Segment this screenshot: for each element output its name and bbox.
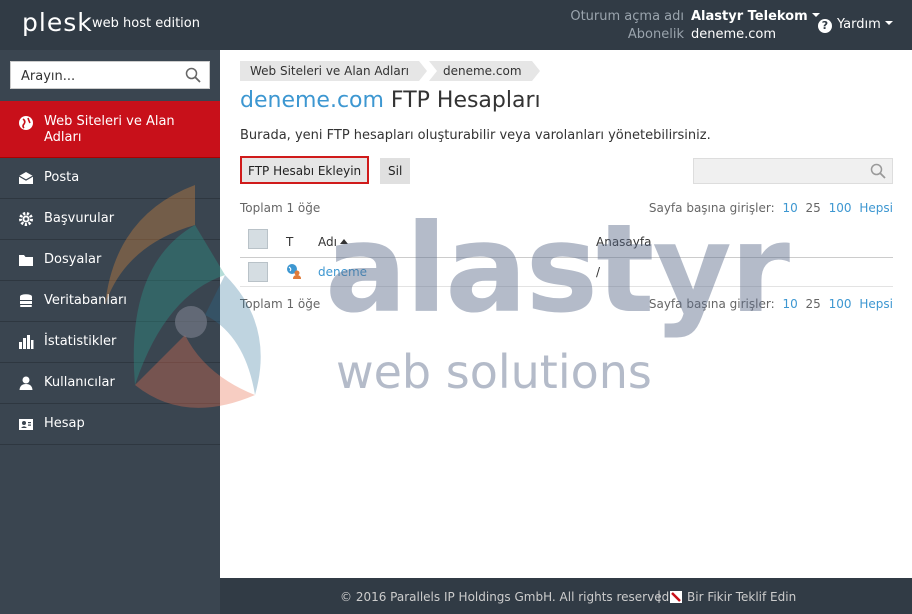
page-title: deneme.com FTP Hesapları — [240, 88, 541, 113]
mail-icon — [18, 172, 34, 184]
search-icon[interactable] — [185, 67, 201, 83]
chevron-down-icon[interactable] — [884, 21, 893, 25]
top-header: plesk web host edition Oturum açma adı A… — [0, 0, 912, 50]
bar-chart-icon — [19, 335, 34, 349]
breadcrumb-item-domain[interactable]: deneme.com — [429, 61, 539, 81]
breadcrumb-item-websites[interactable]: Web Siteleri ve Alan Adları — [240, 61, 427, 81]
per-page-25: 25 — [805, 201, 821, 215]
user-icon — [19, 376, 33, 390]
help-label[interactable]: Yardım — [837, 17, 881, 32]
sidebar-item-label: İstatistikler — [44, 334, 117, 349]
column-name[interactable]: Adı — [318, 235, 348, 249]
sidebar-item-label: Dosyalar — [44, 252, 102, 267]
ftp-account-home: / — [596, 265, 601, 279]
edition-label: web host edition — [92, 16, 200, 31]
footer-separator: | — [657, 589, 662, 603]
globe-icon — [19, 116, 33, 130]
delete-button[interactable]: Sil — [380, 158, 411, 184]
per-page-label: Sayfa başına girişler: — [648, 201, 775, 215]
table-header: T Adı Anasayfa — [240, 227, 893, 258]
sidebar-item-mail[interactable]: Posta — [0, 158, 220, 199]
user-menu[interactable]: Alastyr Telekom — [691, 9, 820, 24]
page-description: Burada, yeni FTP hesapları oluşturabilir… — [240, 128, 711, 143]
per-page-selector-bottom: Sayfa başına girişler: 10 25 100 Hepsi — [649, 297, 893, 311]
table-row: deneme / — [240, 258, 893, 287]
total-count-bottom: Toplam 1 öğe — [240, 297, 321, 311]
column-name-label[interactable]: Adı — [318, 235, 337, 249]
sidebar-item-files[interactable]: Dosyalar — [0, 240, 220, 281]
search-icon[interactable] — [870, 163, 886, 179]
per-page-25: 25 — [805, 297, 821, 311]
search-input[interactable] — [19, 63, 183, 89]
user-name[interactable]: Alastyr Telekom — [691, 9, 808, 24]
ftp-account-name-link[interactable]: deneme — [318, 265, 367, 279]
subscription-value[interactable]: deneme.com — [691, 27, 776, 42]
sidebar-item-databases[interactable]: Veritabanları — [0, 281, 220, 322]
sidebar-item-websites[interactable]: Web Siteleri ve Alan Adları — [0, 101, 220, 158]
per-page-label: Sayfa başına girişler: — [648, 297, 775, 311]
sort-asc-icon[interactable] — [339, 239, 348, 244]
per-page-10[interactable]: 10 — [782, 297, 797, 311]
gear-icon — [19, 212, 33, 226]
sidebar-item-account[interactable]: Hesap — [0, 404, 220, 445]
column-home: Anasayfa — [596, 235, 652, 249]
sidebar-item-label: Web Siteleri ve Alan Adları — [44, 114, 175, 145]
folder-icon — [19, 255, 33, 266]
list-search-input[interactable] — [693, 158, 893, 184]
ftp-user-icon — [287, 264, 301, 279]
total-count: Toplam 1 öğe — [240, 201, 321, 215]
per-page-all[interactable]: Hepsi — [859, 201, 893, 215]
feedback-link[interactable]: Bir Fikir Teklif Edin — [687, 590, 796, 604]
account-icon — [19, 419, 33, 430]
page-title-domain[interactable]: deneme.com — [240, 88, 384, 113]
sidebar-item-users[interactable]: Kullanıcılar — [0, 363, 220, 404]
question-icon: ? — [818, 19, 832, 33]
footer: © 2016 Parallels IP Holdings GmbH. All r… — [220, 578, 912, 614]
sidebar-item-statistics[interactable]: İstatistikler — [0, 322, 220, 363]
per-page-100[interactable]: 100 — [829, 297, 852, 311]
feedback-icon[interactable] — [669, 590, 683, 604]
per-page-selector: Sayfa başına girişler: 10 25 100 Hepsi — [649, 201, 893, 215]
sidebar-item-label: Posta — [44, 170, 80, 185]
plesk-logo[interactable]: plesk — [22, 8, 93, 37]
column-type: T — [286, 235, 294, 249]
add-ftp-account-button[interactable]: FTP Hesabı Ekleyin — [240, 156, 370, 184]
select-all-checkbox[interactable] — [248, 229, 268, 249]
page-title-text: FTP Hesapları — [383, 88, 541, 113]
per-page-100[interactable]: 100 — [829, 201, 852, 215]
subscription-label: Abonelik — [627, 27, 684, 42]
row-checkbox[interactable] — [248, 262, 268, 282]
copyright-text: © 2016 Parallels IP Holdings GmbH. All r… — [340, 590, 674, 604]
sidebar: Web Siteleri ve Alan Adları Posta Başvur… — [0, 50, 220, 614]
help-menu[interactable]: ? Yardım — [818, 17, 893, 33]
per-page-10[interactable]: 10 — [782, 201, 797, 215]
sidebar-item-label: Başvurular — [44, 211, 115, 226]
login-name-label: Oturum açma adı — [570, 9, 684, 24]
sidebar-item-label: Hesap — [44, 416, 85, 431]
sidebar-item-applications[interactable]: Başvurular — [0, 199, 220, 240]
breadcrumb: Web Siteleri ve Alan Adları deneme.com — [240, 61, 542, 81]
database-icon — [20, 294, 32, 307]
sidebar-item-label: Kullanıcılar — [44, 375, 115, 390]
sidebar-nav: Web Siteleri ve Alan Adları Posta Başvur… — [0, 101, 220, 445]
per-page-all[interactable]: Hepsi — [859, 297, 893, 311]
main-content: Web Siteleri ve Alan Adları deneme.com d… — [220, 50, 912, 578]
sidebar-search — [10, 61, 210, 89]
sidebar-item-label: Veritabanları — [44, 293, 127, 308]
